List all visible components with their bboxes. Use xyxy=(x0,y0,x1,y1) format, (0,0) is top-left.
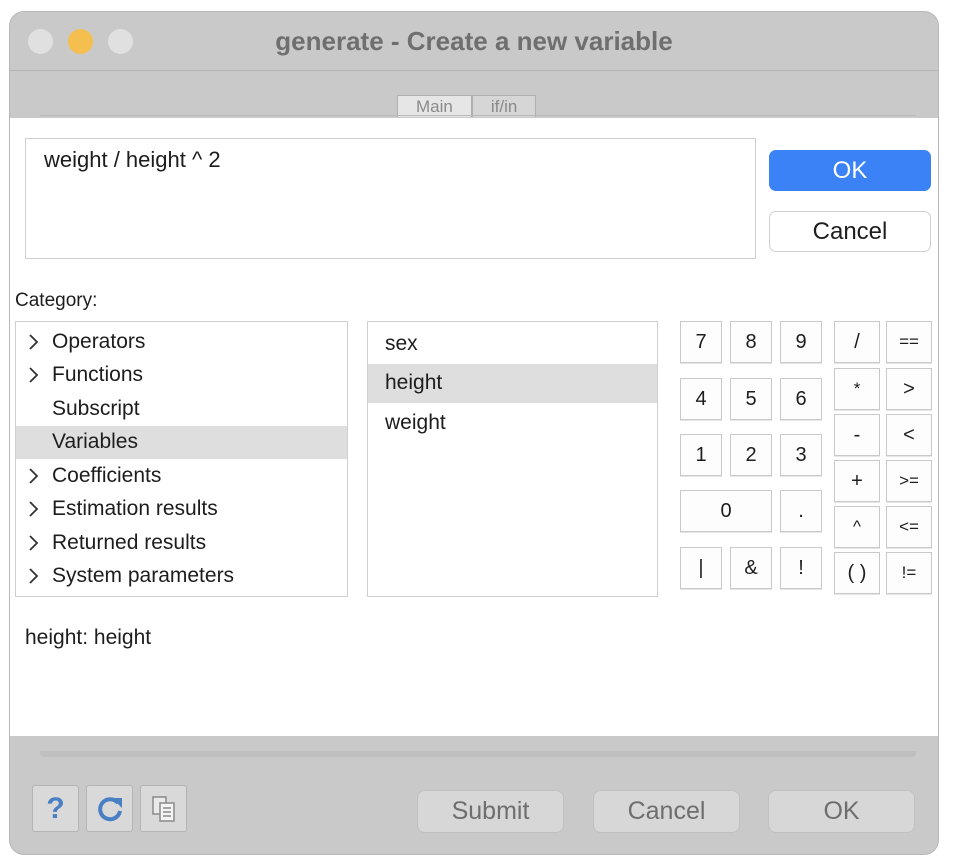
key-divide[interactable]: / xyxy=(834,321,880,363)
footer-ok-button[interactable]: OK xyxy=(768,790,915,833)
title-bar: generate - Create a new variable xyxy=(10,12,938,70)
expression-builder-panel: weight / height ^ 2 OK Cancel Category: … xyxy=(10,118,938,736)
key-4[interactable]: 4 xyxy=(680,378,722,420)
chevron-right-icon[interactable] xyxy=(16,334,52,350)
window-title: generate - Create a new variable xyxy=(275,26,673,56)
category-item-operators[interactable]: Operators xyxy=(16,325,347,359)
help-button[interactable]: ? xyxy=(32,785,79,832)
category-item-label: System parameters xyxy=(52,564,235,588)
variable-item-sex[interactable]: sex xyxy=(368,324,657,364)
category-item-label: Subscript xyxy=(52,396,140,420)
key-7[interactable]: 7 xyxy=(680,321,722,363)
chevron-right-icon[interactable] xyxy=(16,568,52,584)
category-label: Category: xyxy=(15,290,98,311)
category-item-functions[interactable]: Functions xyxy=(16,359,347,393)
chevron-right-icon[interactable] xyxy=(16,468,52,484)
tab-divider xyxy=(40,115,916,116)
category-item-label: Operators xyxy=(52,329,146,353)
category-item-returned-results[interactable]: Returned results xyxy=(16,526,347,560)
variable-item-height[interactable]: height xyxy=(368,363,657,403)
key-greater-equal[interactable]: >= xyxy=(886,460,932,502)
key-equal[interactable]: == xyxy=(886,321,932,363)
key-less-equal[interactable]: <= xyxy=(886,506,932,548)
footer-cancel-button[interactable]: Cancel xyxy=(593,790,740,833)
key-0[interactable]: 0 xyxy=(680,490,772,532)
selection-description: height: height xyxy=(25,626,152,649)
category-item-label: Variables xyxy=(52,430,138,454)
key-or[interactable]: | xyxy=(680,547,722,589)
key-parentheses[interactable]: ( ) xyxy=(834,552,880,594)
category-item-label: Estimation results xyxy=(52,497,218,521)
reset-icon xyxy=(97,796,122,821)
category-item-variables[interactable]: Variables xyxy=(16,425,347,459)
key-9[interactable]: 9 xyxy=(780,321,822,363)
key-plus[interactable]: + xyxy=(834,460,880,502)
copy-button[interactable] xyxy=(140,785,187,832)
category-item-subscript[interactable]: Subscript xyxy=(16,392,347,426)
variable-item-weight[interactable]: weight xyxy=(368,403,657,443)
key-multiply[interactable]: * xyxy=(834,368,880,410)
panel-bottom-edge xyxy=(40,751,916,757)
key-2[interactable]: 2 xyxy=(730,434,772,476)
category-item-estimation-results[interactable]: Estimation results xyxy=(16,493,347,527)
category-item-coefficients[interactable]: Coefficients xyxy=(16,459,347,493)
submit-button[interactable]: Submit xyxy=(417,790,564,833)
category-item-label: Functions xyxy=(52,363,144,387)
tab-if-in[interactable]: if/in xyxy=(471,95,537,117)
chevron-right-icon[interactable] xyxy=(16,535,52,551)
cancel-button[interactable]: Cancel xyxy=(769,211,931,252)
key-not-equal[interactable]: != xyxy=(886,552,932,594)
reset-button[interactable] xyxy=(86,785,133,832)
chevron-right-icon[interactable] xyxy=(16,501,52,517)
category-item-label: Coefficients xyxy=(52,463,162,487)
help-icon: ? xyxy=(46,791,65,825)
category-list[interactable]: Operators Functions Subscript Variables … xyxy=(15,321,348,597)
chevron-right-icon[interactable] xyxy=(16,367,52,383)
key-power[interactable]: ^ xyxy=(834,506,880,548)
tab-main[interactable]: Main xyxy=(397,95,472,117)
key-minus[interactable]: - xyxy=(834,414,880,456)
key-decimal[interactable]: . xyxy=(780,490,822,532)
title-separator xyxy=(10,70,938,71)
key-less[interactable]: < xyxy=(886,414,932,456)
category-item-system-parameters[interactable]: System parameters xyxy=(16,560,347,594)
key-not[interactable]: ! xyxy=(780,547,822,589)
expression-input[interactable]: weight / height ^ 2 xyxy=(25,138,756,259)
tab-strip: Main if/in xyxy=(397,95,537,117)
key-greater[interactable]: > xyxy=(886,368,932,410)
key-3[interactable]: 3 xyxy=(780,434,822,476)
key-6[interactable]: 6 xyxy=(780,378,822,420)
key-8[interactable]: 8 xyxy=(730,321,772,363)
key-5[interactable]: 5 xyxy=(730,378,772,420)
category-item-label: Returned results xyxy=(52,530,207,554)
copy-icon xyxy=(151,795,175,822)
key-1[interactable]: 1 xyxy=(680,434,722,476)
ok-button[interactable]: OK xyxy=(769,150,931,191)
variable-list[interactable]: sex height weight xyxy=(367,321,658,597)
key-and[interactable]: & xyxy=(730,547,772,589)
